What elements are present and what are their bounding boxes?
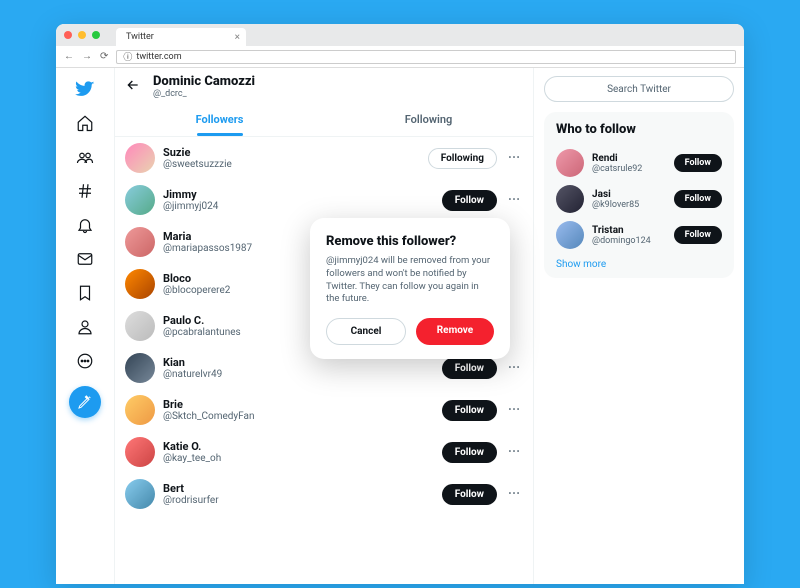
- messages-icon[interactable]: [72, 246, 98, 272]
- address-bar-row: ← → ⟳ ⓘ twitter.com: [56, 46, 744, 68]
- more-options-icon[interactable]: [505, 443, 523, 462]
- follow-button[interactable]: Follow: [674, 154, 722, 172]
- twitter-logo-icon[interactable]: [72, 76, 98, 102]
- tab-title: Twitter: [126, 32, 154, 42]
- suggestion-handle: @catsrule92: [592, 164, 666, 174]
- follower-handle: @Sktch_ComedyFan: [163, 411, 434, 422]
- avatar[interactable]: [125, 311, 155, 341]
- explore-icon[interactable]: [72, 178, 98, 204]
- avatar[interactable]: [125, 227, 155, 257]
- follower-name: Brie: [163, 398, 434, 411]
- right-column: Search Twitter Who to follow Rendi@catsr…: [534, 68, 744, 584]
- avatar[interactable]: [556, 185, 584, 213]
- url-text: twitter.com: [136, 52, 181, 62]
- remove-button[interactable]: Remove: [416, 318, 494, 345]
- suggestion-name: Jasi: [592, 189, 666, 200]
- modal-title: Remove this follower?: [326, 234, 494, 249]
- follower-row[interactable]: Brie@Sktch_ComedyFan Follow: [115, 389, 533, 431]
- suggestion-name: Rendi: [592, 153, 666, 164]
- suggestion-handle: @k9lover85: [592, 200, 666, 210]
- avatar[interactable]: [125, 185, 155, 215]
- follower-row[interactable]: Jimmy@jimmyj024 Follow: [115, 179, 533, 221]
- tab-strip: Twitter ×: [56, 24, 744, 46]
- more-icon[interactable]: [72, 348, 98, 374]
- follower-name: Katie O.: [163, 440, 434, 453]
- avatar[interactable]: [125, 395, 155, 425]
- avatar[interactable]: [125, 353, 155, 383]
- suggestion-row[interactable]: Rendi@catsrule92 Follow: [556, 145, 722, 181]
- suggestion-handle: @domingo124: [592, 236, 666, 246]
- followers-list: Suzie@sweetsuzzzie Following Jimmy@jimmy…: [115, 137, 533, 584]
- more-options-icon[interactable]: [505, 191, 523, 210]
- more-options-icon[interactable]: [505, 359, 523, 378]
- window-close-dot[interactable]: [64, 31, 72, 39]
- profile-name: Dominic Camozzi: [153, 74, 255, 89]
- suggestion-row[interactable]: Tristan@domingo124 Follow: [556, 217, 722, 253]
- search-placeholder: Search Twitter: [607, 84, 671, 95]
- browser-tab[interactable]: Twitter ×: [116, 28, 246, 46]
- avatar[interactable]: [125, 269, 155, 299]
- who-to-follow-card: Who to follow Rendi@catsrule92 Follow Ja…: [544, 112, 734, 278]
- notifications-icon[interactable]: [72, 212, 98, 238]
- compose-tweet-button[interactable]: [69, 386, 101, 418]
- follow-button[interactable]: Follow: [442, 190, 497, 211]
- tab-followers[interactable]: Followers: [115, 105, 324, 136]
- avatar[interactable]: [125, 479, 155, 509]
- avatar[interactable]: [556, 149, 584, 177]
- profile-header: Dominic Camozzi @_dcrc_: [115, 68, 533, 105]
- nav-forward-icon[interactable]: →: [82, 51, 92, 62]
- profile-handle: @_dcrc_: [153, 89, 255, 99]
- show-more-link[interactable]: Show more: [556, 259, 722, 270]
- follower-handle: @kay_tee_oh: [163, 453, 434, 464]
- bookmarks-icon[interactable]: [72, 280, 98, 306]
- follower-name: Bert: [163, 482, 434, 495]
- home-icon[interactable]: [72, 110, 98, 136]
- window-min-dot[interactable]: [78, 31, 86, 39]
- avatar[interactable]: [125, 143, 155, 173]
- more-options-icon[interactable]: [505, 149, 523, 168]
- follow-button[interactable]: Follow: [674, 226, 722, 244]
- follower-name: Jimmy: [163, 188, 434, 201]
- follow-button[interactable]: Follow: [442, 400, 497, 421]
- follow-button[interactable]: Follow: [442, 484, 497, 505]
- follow-button[interactable]: Follow: [442, 442, 497, 463]
- search-input[interactable]: Search Twitter: [544, 76, 734, 102]
- follower-handle: @naturelvr49: [163, 369, 434, 380]
- nav-reload-icon[interactable]: ⟳: [100, 51, 108, 62]
- follower-row[interactable]: Bert@rodrisurfer Follow: [115, 473, 533, 515]
- avatar[interactable]: [125, 437, 155, 467]
- profile-icon[interactable]: [72, 314, 98, 340]
- more-options-icon[interactable]: [505, 401, 523, 420]
- back-icon[interactable]: [125, 77, 141, 97]
- window-max-dot[interactable]: [92, 31, 100, 39]
- cancel-button[interactable]: Cancel: [326, 318, 406, 345]
- url-input[interactable]: ⓘ twitter.com: [116, 50, 736, 64]
- communities-icon[interactable]: [72, 144, 98, 170]
- follow-button[interactable]: Follow: [674, 190, 722, 208]
- suggestion-name: Tristan: [592, 225, 666, 236]
- follower-name: Suzie: [163, 146, 420, 159]
- follower-handle: @rodrisurfer: [163, 495, 434, 506]
- follower-handle: @sweetsuzzzie: [163, 159, 420, 170]
- follower-handle: @jimmyj024: [163, 201, 434, 212]
- avatar[interactable]: [556, 221, 584, 249]
- following-button[interactable]: Following: [428, 148, 497, 169]
- followers-tabs: Followers Following: [115, 105, 533, 137]
- more-options-icon[interactable]: [505, 485, 523, 504]
- site-info-icon[interactable]: ⓘ: [123, 50, 132, 63]
- who-to-follow-title: Who to follow: [556, 122, 722, 137]
- follow-button[interactable]: Follow: [442, 358, 497, 379]
- suggestion-row[interactable]: Jasi@k9lover85 Follow: [556, 181, 722, 217]
- nav-back-icon[interactable]: ←: [64, 51, 74, 62]
- remove-follower-modal: Remove this follower? @jimmyj024 will be…: [310, 218, 510, 359]
- follower-row[interactable]: Suzie@sweetsuzzzie Following: [115, 137, 533, 179]
- tab-close-icon[interactable]: ×: [235, 32, 240, 43]
- nav-rail: [56, 68, 114, 584]
- tab-following[interactable]: Following: [324, 105, 533, 136]
- modal-body: @jimmyj024 will be removed from your fol…: [326, 255, 494, 306]
- follower-row[interactable]: Katie O.@kay_tee_oh Follow: [115, 431, 533, 473]
